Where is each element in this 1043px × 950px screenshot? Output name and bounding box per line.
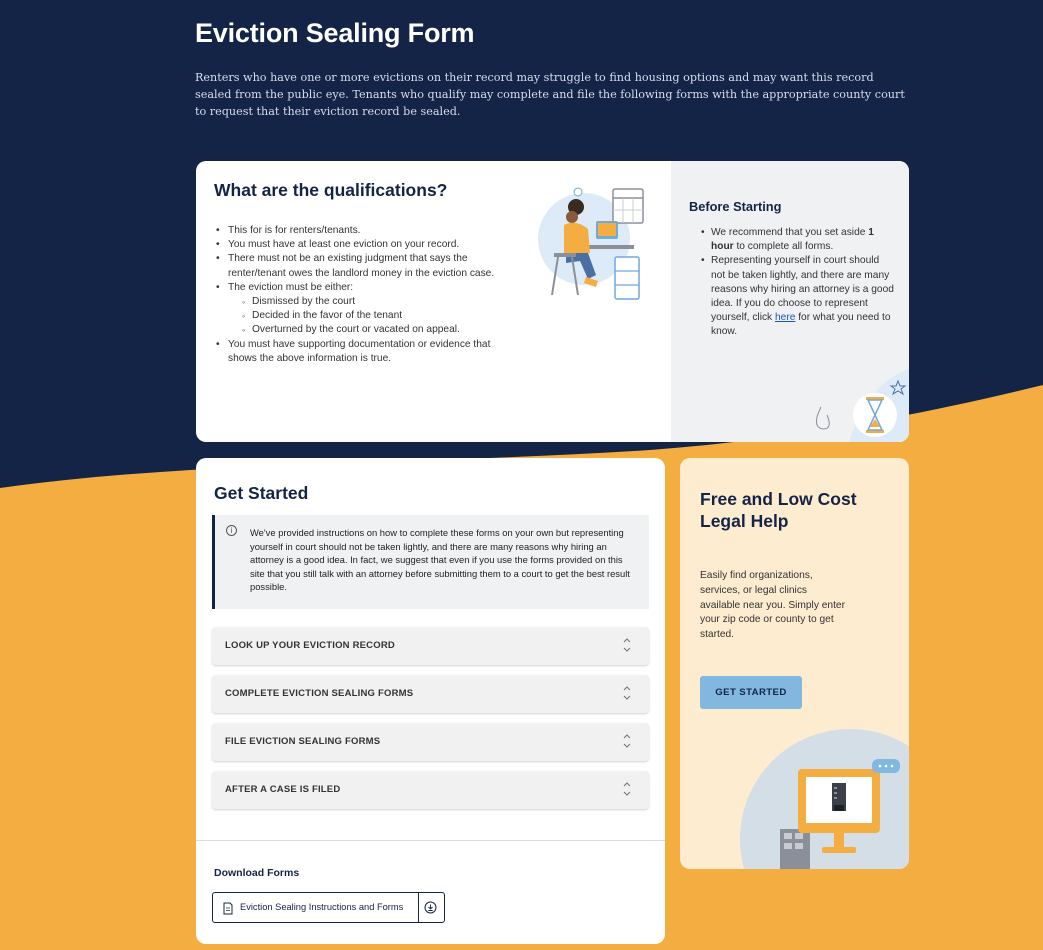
qualification-item: You must have supporting documentation o…	[216, 338, 516, 366]
qualification-subitem: Dismissed by the court	[242, 295, 516, 309]
legal-help-description: Easily find organizations, services, or …	[700, 570, 845, 641]
legal-help-title: Free and Low Cost Legal Help	[700, 489, 857, 531]
page-description: Renters who have one or more evictions o…	[195, 71, 905, 118]
notice-text: We've provided instructions on how to co…	[250, 527, 630, 593]
computer-illustration	[740, 729, 909, 869]
qualification-subitem: Decided in the favor of the tenant	[242, 309, 516, 323]
qualification-item: This for is for renters/tenants.	[216, 224, 516, 238]
attorney-notice: i We've provided instructions on how to …	[212, 515, 649, 609]
get-started-button[interactable]: GET STARTED	[700, 676, 802, 709]
here-link[interactable]: here	[775, 312, 795, 323]
qualification-item: There must not be an existing judgment t…	[216, 252, 516, 280]
before-starting-item: Representing yourself in court should no…	[701, 254, 896, 339]
accordion-label: COMPLETE EVICTION SEALING FORMS	[225, 688, 414, 699]
legal-help-card: Free and Low Cost Legal Help Easily find…	[680, 458, 909, 869]
qualification-sublist: Dismissed by the court Decided in the fa…	[228, 295, 516, 338]
get-started-card: Get Started i We've provided instruction…	[196, 458, 665, 944]
hero: Eviction Sealing Form Renters who have o…	[195, 18, 915, 120]
qualification-item-text: The eviction must be either:	[228, 281, 354, 293]
qualifications-title: What are the qualifications?	[214, 180, 448, 200]
accordion-complete-forms[interactable]: COMPLETE EVICTION SEALING FORMS	[212, 675, 649, 713]
expand-chevron-icon	[623, 782, 631, 796]
accordion-look-up-record[interactable]: LOOK UP YOUR EVICTION RECORD	[212, 627, 649, 665]
person-at-desk-illustration	[538, 187, 644, 300]
page-title: Eviction Sealing Form	[195, 18, 475, 48]
section-divider	[196, 840, 665, 841]
accordion-file-forms[interactable]: FILE EVICTION SEALING FORMS	[212, 723, 649, 761]
before-starting-list: We recommend that you set aside 1 hour t…	[701, 226, 896, 340]
document-icon	[223, 902, 233, 915]
download-icon[interactable]	[424, 901, 437, 914]
download-forms-button[interactable]: Eviction Sealing Instructions and Forms	[212, 892, 445, 923]
download-forms-label: Eviction Sealing Instructions and Forms	[240, 902, 404, 912]
accordion-label: LOOK UP YOUR EVICTION RECORD	[225, 640, 395, 651]
qualifications-card: What are the qualifications? This for is…	[196, 161, 909, 442]
qualification-item: The eviction must be either: Dismissed b…	[216, 281, 516, 338]
before-starting-panel: Before Starting We recommend that you se…	[671, 161, 909, 442]
qualifications-panel: What are the qualifications? This for is…	[196, 161, 671, 442]
accordion-after-case-filed[interactable]: AFTER A CASE IS FILED	[212, 771, 649, 809]
accordion-label: FILE EVICTION SEALING FORMS	[225, 736, 381, 747]
hourglass-illustration	[816, 369, 909, 442]
qualification-item: You must have at least one eviction on y…	[216, 238, 516, 252]
download-forms-title: Download Forms	[214, 867, 300, 879]
get-started-title: Get Started	[214, 483, 309, 503]
before-starting-item: We recommend that you set aside 1 hour t…	[701, 226, 896, 254]
before-starting-text: to complete all forms.	[733, 241, 834, 253]
accordion-label: AFTER A CASE IS FILED	[225, 784, 341, 795]
expand-chevron-icon	[623, 734, 631, 748]
expand-chevron-icon	[623, 686, 631, 700]
info-icon: i	[226, 525, 237, 536]
qualification-subitem: Overturned by the court or vacated on ap…	[242, 323, 516, 337]
button-separator	[418, 893, 419, 922]
qualifications-list: This for is for renters/tenants. You mus…	[216, 224, 516, 366]
before-starting-title: Before Starting	[689, 199, 782, 214]
before-starting-text: We recommend that you set aside	[711, 227, 869, 238]
expand-chevron-icon	[623, 638, 631, 652]
